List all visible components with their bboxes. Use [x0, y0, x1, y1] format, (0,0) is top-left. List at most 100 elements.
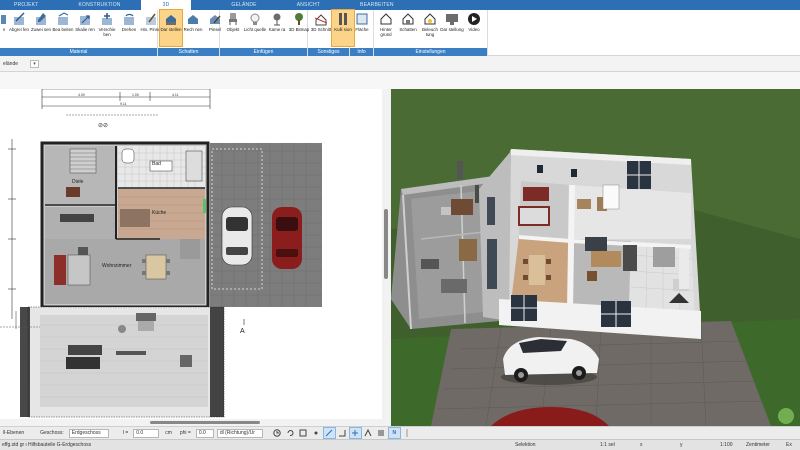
- kamera-label: Kame ra: [268, 27, 286, 32]
- snap-point-icon[interactable]: [311, 428, 322, 438]
- status-mode: Ex: [786, 442, 792, 448]
- eyedropper-icon: [12, 12, 26, 26]
- view-selector-bar: elände ▾: [0, 56, 800, 72]
- verschieben-button[interactable]: Verschie ben: [96, 10, 118, 46]
- ribbon-group-material: n Abgrei fen Zuwei sen Bea beiten Skalie…: [0, 10, 162, 56]
- tab-gelaende[interactable]: GELÄNDE: [221, 0, 266, 10]
- dim-label-4: 9.11: [120, 102, 127, 106]
- floor-plan-view[interactable]: 4.00 1.00 4.11 9.11 ⊘⊘ Diele Bad Küche W…: [0, 89, 390, 419]
- tab-projekt[interactable]: PROJEKT: [4, 0, 48, 10]
- verschieben-label: Verschie ben: [98, 27, 116, 37]
- 3d-bitmap-button[interactable]: 3D Bitmap: [288, 10, 310, 46]
- beleuchtung-button[interactable]: Beleuch tung: [419, 10, 441, 46]
- ribbon-group-schatten: Dar stellen Rech nen Pinsel Schatten: [158, 9, 221, 56]
- plan-vertical-scroll-thumb[interactable]: [384, 209, 388, 279]
- snap-line-icon[interactable]: [322, 427, 336, 439]
- snap-angle-icon[interactable]: [337, 428, 348, 438]
- section-symbol: ⊘⊘: [98, 123, 108, 129]
- schatten-darstellen-label: Dar stellen: [160, 27, 182, 32]
- length-input[interactable]: 0.0: [133, 428, 160, 438]
- floor-select[interactable]: Erdgeschoss: [68, 428, 109, 438]
- pane-header-gap: [0, 72, 800, 89]
- group-label-material: Material: [0, 48, 157, 56]
- abgreifen-button[interactable]: Abgrei fen: [8, 10, 30, 46]
- schatten-settings-label: Schatten: [399, 27, 417, 32]
- snap-grid-icon[interactable]: [298, 428, 309, 438]
- schatten-rechnen-label: Rech nen: [183, 27, 203, 32]
- undo-icon[interactable]: [285, 428, 296, 438]
- zuweisen-label: Zuwei sen: [30, 27, 51, 32]
- tab-ansicht[interactable]: ANSICHT: [287, 0, 330, 10]
- drehen-button[interactable]: Drehen: [118, 10, 140, 46]
- house-light-icon: [423, 12, 437, 26]
- darstellung-button[interactable]: Dar stellung: [440, 10, 464, 46]
- tab-3d[interactable]: 3D: [140, 0, 192, 10]
- section-marker-a: A: [240, 328, 245, 335]
- group-label-info: Info: [350, 48, 373, 56]
- ribbon-tab-bar: PROJEKT KONSTRUKTION 3D GELÄNDE ANSICHT …: [0, 0, 800, 10]
- snap-ortho-icon[interactable]: [348, 427, 362, 439]
- chair-icon: [226, 12, 240, 26]
- plan-vertical-scrollbar[interactable]: [382, 89, 390, 419]
- floor-label: Geschoss:: [40, 429, 64, 436]
- status-bar: effg.std gr ι Hilfsbauteile G-Erdgeschos…: [0, 439, 800, 450]
- 3d-car-white: [501, 337, 599, 385]
- hintergrund-label: Hinter grund: [380, 27, 392, 37]
- house-shadow-icon: [401, 12, 415, 26]
- snap-north-button[interactable]: N: [387, 427, 401, 439]
- view-selector[interactable]: elände: [0, 59, 18, 69]
- skalieren-label: Skalie ren: [75, 27, 95, 32]
- 3d-schnitt-label: 3D Schnitt: [310, 27, 332, 32]
- 3d-view[interactable]: [391, 89, 800, 426]
- video-button[interactable]: Video: [463, 10, 485, 46]
- snap-midpoint-icon[interactable]: [363, 428, 374, 438]
- schatten-settings-button[interactable]: Schatten: [397, 10, 419, 46]
- group-label-einstellungen: Einstellungen: [374, 48, 487, 56]
- room-label-wohnzimmer: Wohnzimmer: [102, 263, 132, 269]
- tab-konstruktion[interactable]: KONSTRUKTION: [68, 0, 130, 10]
- 3d-scene: [391, 89, 800, 426]
- edit-icon: [56, 12, 70, 26]
- objekt-button[interactable]: Objekt: [222, 10, 244, 46]
- list-icon[interactable]: [376, 428, 387, 438]
- flaeche-label: Fläche: [355, 27, 369, 32]
- brush-icon: [144, 12, 158, 26]
- status-file: effg.std gr ι Hilfsbauteile G-Erdgeschos…: [2, 442, 92, 448]
- phi-input[interactable]: 0.0: [195, 428, 214, 438]
- schatten-darstellen-button[interactable]: Dar stellen: [159, 9, 183, 47]
- clock-icon[interactable]: [272, 428, 283, 438]
- mode-select[interactable]: dl (Richtung)/Ur: [216, 428, 263, 438]
- zuweisen-button[interactable]: Zuwei sen: [30, 10, 52, 46]
- dim-label-1: 4.00: [78, 93, 85, 97]
- chevron-down-icon[interactable]: ▾: [30, 60, 39, 68]
- layers-dropdown[interactable]: ll-Ebenen: [0, 429, 27, 438]
- car-white: [221, 206, 253, 266]
- plan-horizontal-scrollbar[interactable]: [0, 419, 390, 426]
- lightbulb-icon: [248, 12, 262, 26]
- status-x: x: [640, 442, 643, 448]
- separator-icon: [402, 428, 413, 438]
- rotate-icon: [122, 12, 136, 26]
- skalieren-button[interactable]: Skalie ren: [74, 10, 96, 46]
- kamera-button[interactable]: Kame ra: [266, 10, 288, 46]
- flaeche-button[interactable]: Fläche: [351, 10, 373, 46]
- ribbon-group-einfuegen: Objekt Licht quelle Kame ra 3D Bitmap Ei…: [220, 10, 310, 56]
- tab-bearbeiten[interactable]: BEARBEITEN: [350, 0, 404, 10]
- room-label-bad: Bad: [152, 161, 161, 167]
- length-unit: cm: [165, 429, 172, 436]
- schatten-rechnen-button[interactable]: Rech nen: [182, 10, 204, 46]
- collision-icon: [336, 12, 350, 26]
- tree-icon: [292, 12, 306, 26]
- room-label-kueche: Küche: [152, 210, 166, 216]
- hintergrund-button[interactable]: Hinter grund: [375, 10, 397, 46]
- area-icon: [355, 12, 369, 26]
- plan-horizontal-scroll-thumb[interactable]: [150, 421, 260, 424]
- 3d-schnitt-button[interactable]: 3D Schnitt: [310, 10, 332, 46]
- stairs: [69, 148, 97, 174]
- shadow-display-icon: [164, 12, 178, 26]
- bearbeiten-button[interactable]: Bea beiten: [52, 10, 74, 46]
- group-label-einfuegen: Einfügen: [220, 48, 307, 56]
- lichtquelle-button[interactable]: Licht quelle: [244, 10, 266, 46]
- status-selection: Selektion: [515, 442, 536, 448]
- status-y: y: [680, 442, 683, 448]
